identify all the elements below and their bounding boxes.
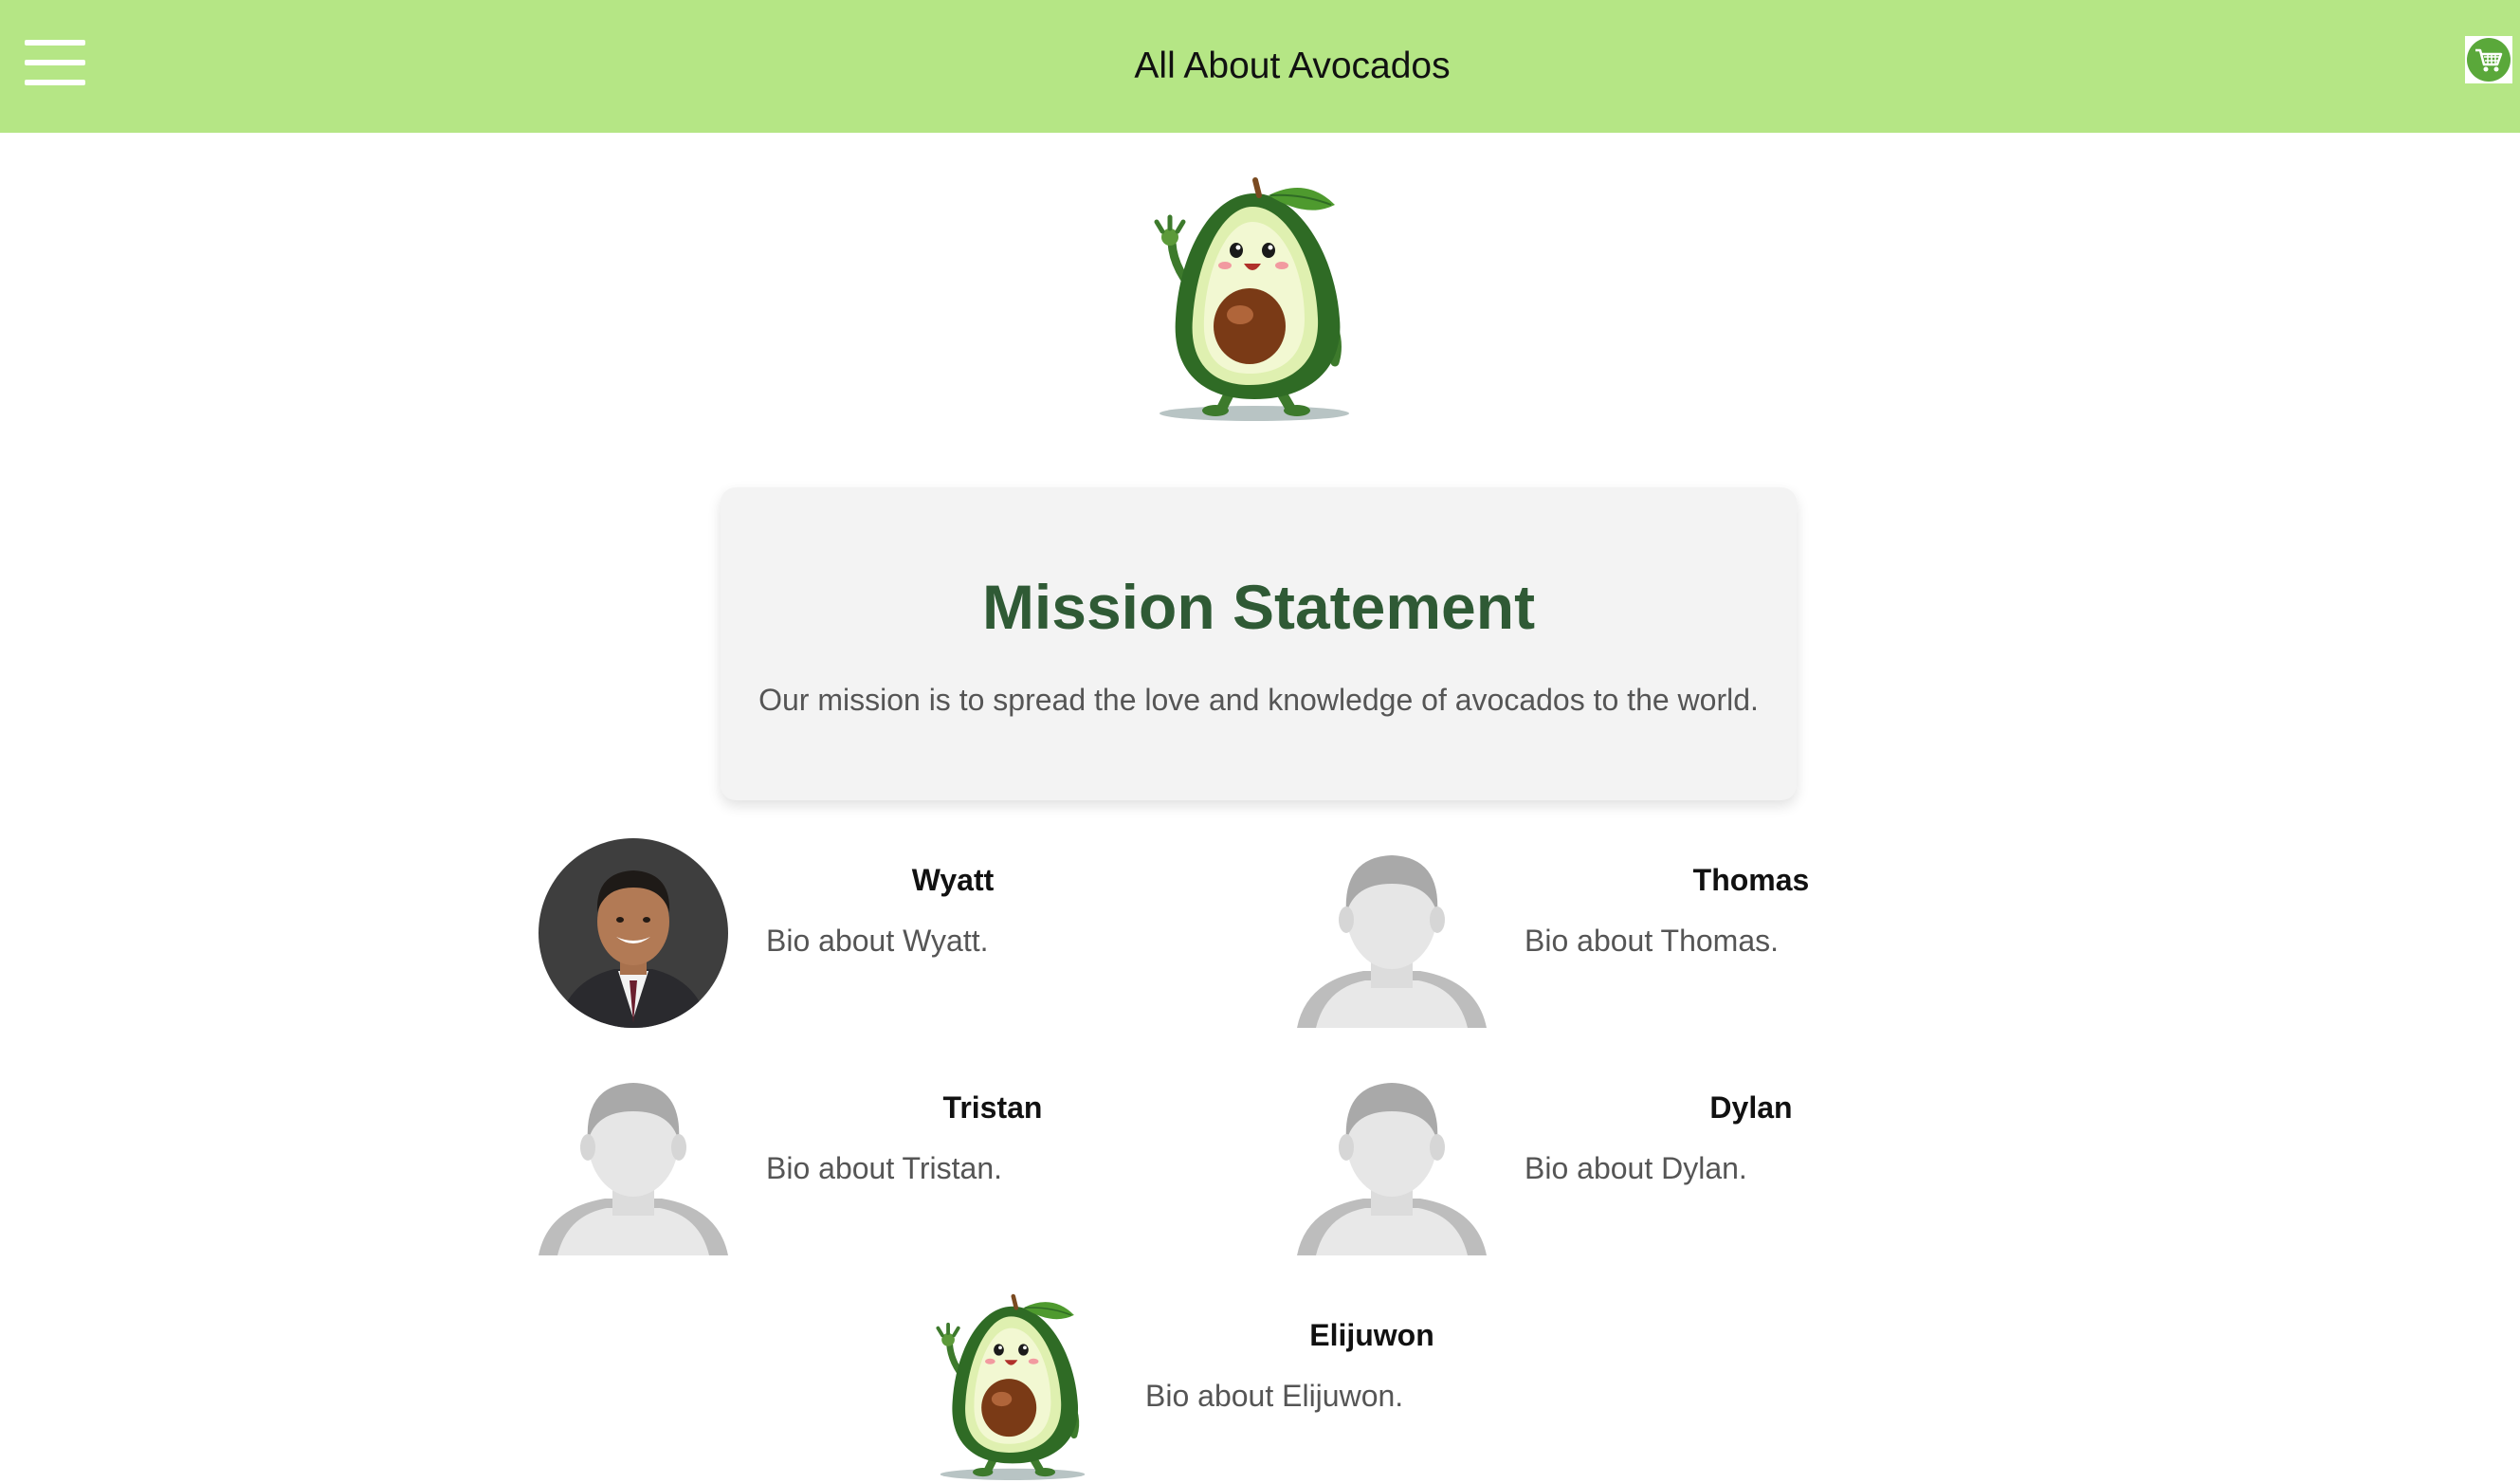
member-bio: Bio about Tristan. xyxy=(766,1151,1003,1185)
hamburger-menu-icon[interactable] xyxy=(25,40,85,85)
shopping-cart-icon[interactable] xyxy=(2465,36,2512,83)
page-title: All About Avocados xyxy=(1134,46,1451,86)
member-name: Elijuwon xyxy=(1309,1318,1434,1352)
top-bar: All About Avocados xyxy=(0,0,2520,133)
wyatt-photo xyxy=(539,838,728,1028)
mission-card: Mission Statement Our mission is to spre… xyxy=(721,487,1797,800)
member-bio: Bio about Elijuwon. xyxy=(1145,1379,1404,1413)
elijuwon-avocado-avatar xyxy=(918,1293,1107,1483)
dylan-default-avatar xyxy=(1297,1083,1487,1255)
tristan-default-avatar xyxy=(539,1083,728,1255)
member-bio: Bio about Wyatt. xyxy=(766,924,989,958)
member-bio: Bio about Dylan. xyxy=(1525,1151,1747,1185)
member-name: Dylan xyxy=(1709,1090,1793,1125)
mission-text: Our mission is to spread the love and kn… xyxy=(758,683,1759,717)
member-name: Thomas xyxy=(1692,863,1810,897)
member-bio: Bio about Thomas. xyxy=(1525,924,1780,958)
avocado-mascot-image xyxy=(1145,176,1363,425)
member-name: Tristan xyxy=(942,1090,1043,1125)
mission-title: Mission Statement xyxy=(981,572,1536,642)
member-name: Wyatt xyxy=(911,863,995,897)
thomas-default-avatar xyxy=(1297,855,1487,1028)
